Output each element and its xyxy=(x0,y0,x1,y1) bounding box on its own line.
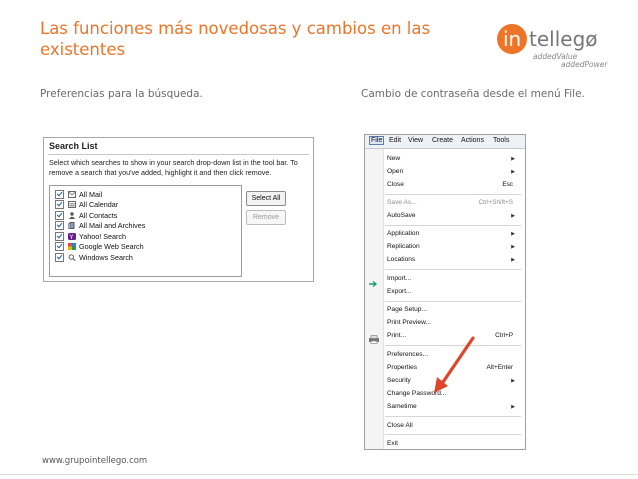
submenu-arrow-icon: ▶ xyxy=(511,378,515,384)
menubar-edit[interactable]: Edit xyxy=(389,137,401,144)
menu-item-locations[interactable]: Locations xyxy=(387,256,415,263)
menu-separator xyxy=(385,434,521,435)
search-list-item[interactable]: All Mail xyxy=(50,189,241,200)
menu-item-sametime[interactable]: Sametime xyxy=(387,403,417,410)
menu-item-autosave[interactable]: AutoSave xyxy=(387,212,416,219)
menu-shortcut: Alt+Enter xyxy=(486,364,513,371)
bottom-rule xyxy=(0,474,638,475)
search-list-description: Select which searches to show in your se… xyxy=(49,158,298,177)
search-list-item-label: All Mail xyxy=(79,189,103,199)
menu-item-replication[interactable]: Replication xyxy=(387,243,420,250)
menu-icon-gutter xyxy=(365,149,384,449)
menu-separator xyxy=(385,416,521,417)
submenu-arrow-icon: ▶ xyxy=(511,213,515,219)
menu-item-import[interactable]: Import... xyxy=(387,275,411,282)
menu-item-properties[interactable]: Properties xyxy=(387,364,417,371)
submenu-arrow-icon: ▶ xyxy=(511,169,515,175)
remove-button[interactable]: Remove xyxy=(246,210,286,225)
menu-item-print-preview[interactable]: Print Preview... xyxy=(387,319,431,326)
menu-separator xyxy=(385,269,521,270)
submenu-arrow-icon: ▶ xyxy=(511,257,515,263)
svg-text:in: in xyxy=(503,27,521,51)
search-list-item-label: All Contacts xyxy=(79,210,118,220)
search-list-item-label: All Mail and Archives xyxy=(79,221,146,231)
menu-shortcut: Esc xyxy=(502,181,513,188)
menu-item-close[interactable]: Close xyxy=(387,181,404,188)
svg-text:Y: Y xyxy=(69,234,74,240)
search-list-box[interactable]: All Mail All Calendar All Contacts All Mail… xyxy=(49,185,242,277)
checkbox[interactable] xyxy=(55,189,64,199)
menu-shortcut: Ctrl+Shift+S xyxy=(478,199,513,206)
footer-url[interactable]: www.grupointellego.com xyxy=(42,456,147,466)
search-list-item-label: All Calendar xyxy=(79,200,119,210)
menubar-tools[interactable]: Tools xyxy=(493,137,509,144)
menubar-view[interactable]: View xyxy=(408,137,423,144)
contacts-icon xyxy=(68,212,79,219)
caption-left: Preferencias para la búsqueda. xyxy=(40,88,203,100)
menubar-create[interactable]: Create xyxy=(432,137,453,144)
submenu-arrow-icon: ▶ xyxy=(511,244,515,250)
menu-shortcut: Ctrl+P xyxy=(495,332,513,339)
search-list-item[interactable]: Y Yahoo! Search xyxy=(50,231,241,242)
menubar-file[interactable]: File xyxy=(369,136,385,145)
menu-item-security[interactable]: Security xyxy=(387,377,411,384)
checkbox[interactable] xyxy=(55,242,64,252)
search-list-item-label: Windows Search xyxy=(79,252,133,262)
menu-item-print[interactable]: Print... xyxy=(387,332,406,339)
menubar-actions[interactable]: Actions xyxy=(461,137,484,144)
checkbox[interactable] xyxy=(55,252,64,262)
intellego-logo: in tellegø intellego addedValue addedPow… xyxy=(493,20,618,69)
magnifier-icon xyxy=(68,254,79,261)
menu-item-save-as[interactable]: Save As... xyxy=(387,199,417,206)
search-list-dialog: Search List Select which searches to sho… xyxy=(43,137,314,282)
search-list-item[interactable]: All Mail and Archives xyxy=(50,221,241,232)
menu-separator xyxy=(385,194,521,195)
menu-item-export[interactable]: Export... xyxy=(387,288,412,295)
menu-bar: File Edit View Create Actions Tools xyxy=(365,135,525,149)
file-menu-screenshot: File Edit View Create Actions Tools New ▶ Open ▶… xyxy=(364,134,526,450)
search-list-item-label: Yahoo! Search xyxy=(79,231,127,241)
annotation-arrow-icon xyxy=(431,335,477,395)
menu-separator xyxy=(385,225,521,226)
menu-separator xyxy=(385,301,521,302)
calendar-icon xyxy=(68,201,79,209)
menu-item-close-all[interactable]: Close All xyxy=(387,422,413,429)
menu-item-preferences[interactable]: Preferences... xyxy=(387,351,428,358)
checkbox[interactable] xyxy=(55,231,64,241)
menu-item-new[interactable]: New xyxy=(387,155,400,162)
svg-text:tellegø: tellegø xyxy=(529,27,598,51)
search-list-title: Search List xyxy=(49,141,98,151)
search-list-item-label: Google Web Search xyxy=(79,242,144,252)
logo-tag-2: addedPower xyxy=(561,60,608,69)
yahoo-icon: Y xyxy=(68,232,79,240)
import-arrow-icon xyxy=(369,275,379,288)
menu-item-application[interactable]: Application xyxy=(387,230,419,237)
search-list-divider xyxy=(48,154,309,155)
printer-icon xyxy=(368,331,380,344)
menu-item-exit[interactable]: Exit xyxy=(387,440,398,447)
submenu-arrow-icon: ▶ xyxy=(511,231,515,237)
menu-item-page-setup[interactable]: Page Setup... xyxy=(387,306,427,313)
checkbox[interactable] xyxy=(55,221,64,231)
archive-icon xyxy=(68,222,79,230)
select-all-button[interactable]: Select All xyxy=(246,191,286,206)
slide-title: Las funciones más novedosas y cambios en… xyxy=(40,19,431,59)
search-list-item[interactable]: All Contacts xyxy=(50,210,241,221)
submenu-arrow-icon: ▶ xyxy=(511,156,515,162)
checkbox[interactable] xyxy=(55,210,64,220)
submenu-arrow-icon: ▶ xyxy=(511,404,515,410)
search-list-item[interactable]: Google Web Search xyxy=(50,242,241,253)
search-list-item[interactable]: All Calendar xyxy=(50,200,241,211)
menu-item-open[interactable]: Open xyxy=(387,168,403,175)
search-list-item[interactable]: Windows Search xyxy=(50,252,241,263)
checkbox[interactable] xyxy=(55,200,64,210)
caption-right: Cambio de contraseña desde el menú File. xyxy=(361,88,585,100)
mail-icon xyxy=(68,190,79,198)
google-icon xyxy=(68,243,79,251)
